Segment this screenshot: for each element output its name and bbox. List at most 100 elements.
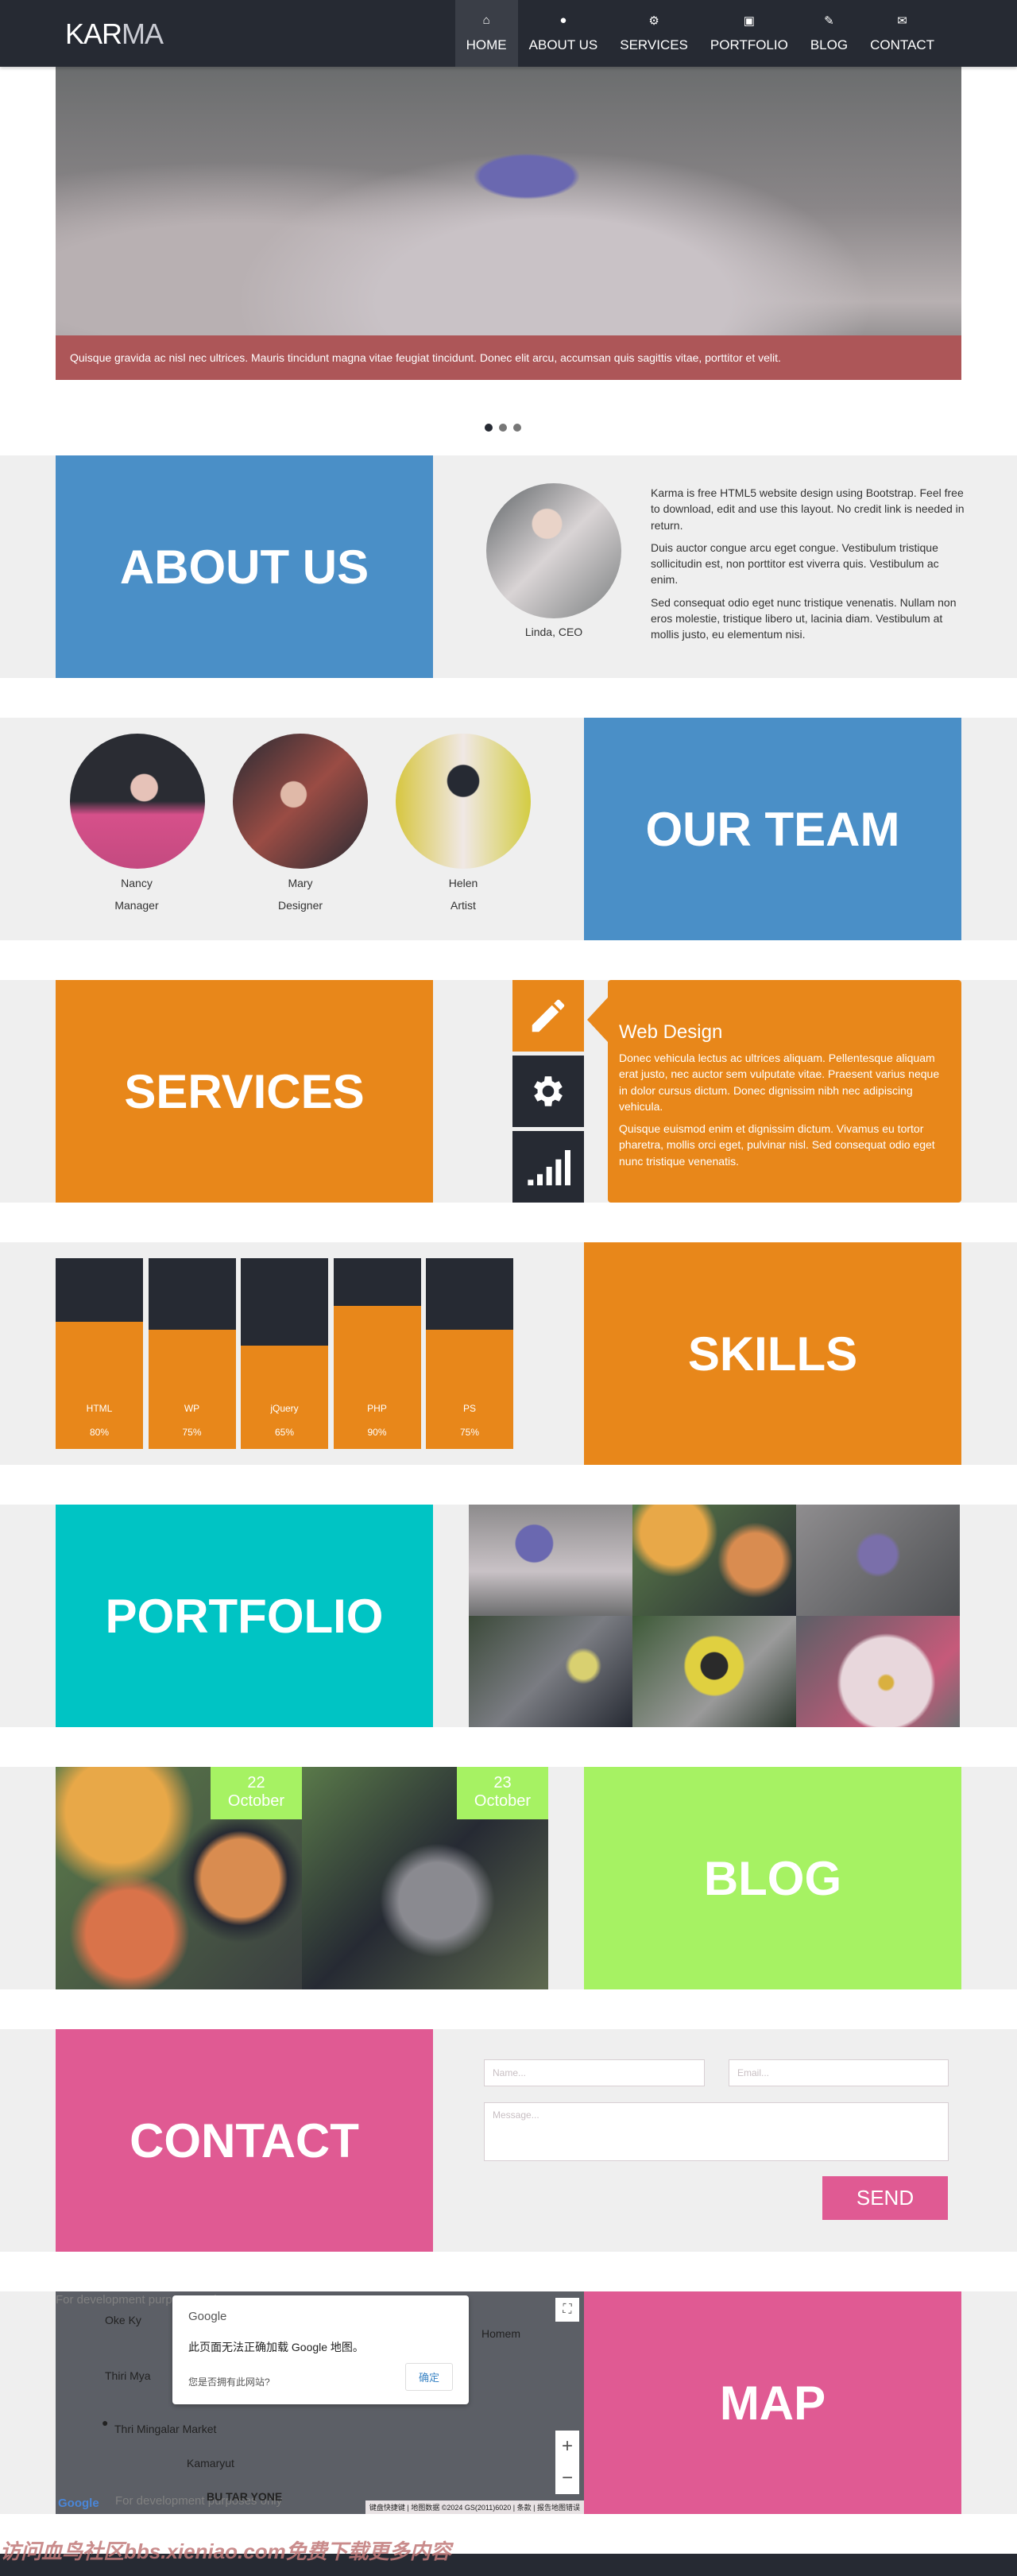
about-section: ABOUT US Linda, CEO Karma is free HTML5 … [0, 455, 1017, 678]
member-role: Manager [114, 899, 159, 912]
keyboard-shortcuts-link[interactable]: 键盘快捷键 [369, 2504, 405, 2512]
blog-post-image[interactable]: 23 October [302, 1767, 548, 1989]
map-label: BU TAR YONE [207, 2490, 283, 2503]
member-name: Helen [448, 877, 478, 889]
zoom-in-button[interactable]: + [555, 2431, 579, 2462]
logo-text: KAR [65, 17, 122, 50]
nav-label: PORTFOLIO [710, 37, 788, 52]
map-label: Oke Ky [105, 2314, 141, 2326]
email-input[interactable] [729, 2059, 949, 2086]
team-section: Nancy Manager Mary Designer Helen Artist OU… [0, 718, 1017, 940]
service-signal-tab[interactable] [512, 1131, 584, 1203]
terms-link[interactable]: 条款 [517, 2504, 532, 2512]
skill-name: HTML [86, 1403, 113, 1414]
team-member: Mary Designer [221, 877, 380, 912]
member-role: Artist [450, 899, 476, 912]
hero-slider[interactable]: Quisque gravida ac nisl nec ultrices. Ma… [56, 67, 961, 380]
cogs-icon: ⚙ [648, 14, 659, 28]
about-person: Linda, CEO [524, 626, 583, 638]
nav-about-us[interactable]: ● ABOUT US [518, 0, 609, 67]
map-label: Kamaryut [187, 2457, 234, 2469]
map-error-dialog: Google 此页面无法正确加载 Google 地图。 您是否拥有此网站? 确定 [172, 2295, 469, 2404]
user-icon: ● [559, 14, 567, 27]
skill-name: jQuery [270, 1403, 299, 1414]
message-textarea[interactable] [484, 2102, 949, 2161]
skill-bar-html: HTML 80% [56, 1258, 143, 1449]
blog-date-badge: 23 October [457, 1767, 548, 1819]
portfolio-image[interactable] [632, 1616, 796, 1727]
name-input[interactable] [484, 2059, 705, 2086]
service-settings-tab[interactable] [512, 1056, 584, 1127]
portfolio-image[interactable] [469, 1616, 632, 1727]
header: KARMA ⌂ HOME ● ABOUT US ⚙ SERVICES ▣ PORTFOL… [0, 0, 1017, 67]
slider-dot[interactable] [513, 424, 521, 432]
map-label: Thri Mingalar Market [114, 2423, 217, 2435]
blog-month: October [474, 1792, 532, 1810]
portfolio-image[interactable] [796, 1505, 960, 1616]
blog-post-image[interactable]: 22 October [56, 1767, 302, 1989]
skill-bar-ps: PS 75% [426, 1258, 513, 1449]
avatar [486, 483, 621, 618]
skill-name: PS [462, 1403, 476, 1414]
map-data-text: 地图数据 ©2024 GS(2011)6020 [411, 2504, 512, 2512]
portfolio-image[interactable] [469, 1505, 632, 1616]
about-title: ABOUT US [56, 455, 433, 678]
service-detail-panel: Web Design Donec vehicula lectus ac ultr… [587, 980, 961, 1203]
about-text: Karma is free HTML5 website design using… [651, 485, 965, 649]
about-paragraph: Karma is free HTML5 website design using… [651, 486, 965, 532]
nav-label: HOME [466, 37, 507, 52]
slider-dot[interactable] [485, 424, 493, 432]
zoom-out-button[interactable]: − [555, 2462, 579, 2494]
logo[interactable]: KARMA [65, 17, 164, 51]
skill-percent: 65% [274, 1427, 295, 1438]
map-attribution: 键盘快捷键 | 地图数据 ©2024 GS(2011)6020 | 条款 | 报… [365, 2500, 584, 2514]
google-logo: Google [58, 2497, 99, 2510]
envelope-icon: ✉ [897, 14, 907, 28]
gear-icon [534, 1076, 563, 1106]
slider-dot[interactable] [499, 424, 507, 432]
blog-day: 23 [493, 1774, 512, 1792]
about-paragraph: Sed consequat odio eget nunc tristique v… [651, 595, 957, 641]
map-label: Homem [481, 2327, 521, 2340]
map-label: Thiri Mya [105, 2369, 151, 2382]
dialog-ok-button[interactable]: 确定 [405, 2363, 453, 2391]
portfolio-image[interactable] [796, 1616, 960, 1727]
skill-bar-php: PHP 90% [333, 1258, 421, 1449]
slider-caption: Quisque gravida ac nisl nec ultrices. Ma… [56, 335, 961, 380]
services-title: SERVICES [56, 980, 433, 1203]
briefcase-icon: ▣ [743, 14, 755, 28]
team-member: Nancy Manager [57, 877, 216, 912]
map-pin-icon: ● [102, 2416, 109, 2429]
signal-bars-icon [528, 1150, 570, 1186]
about-paragraph: Duis auctor congue arcu eget congue. Ves… [651, 540, 939, 587]
team-title: OUR TEAM [584, 718, 961, 940]
skill-name: WP [184, 1403, 200, 1414]
pencil-icon: ✎ [824, 14, 834, 28]
logo-text-light: MA [122, 17, 164, 50]
team-member: Helen Artist [384, 877, 543, 912]
fullscreen-icon[interactable]: ⛶ [555, 2298, 579, 2322]
google-map[interactable]: For development purposes only For develo… [56, 2291, 584, 2514]
skill-percent: 75% [459, 1427, 480, 1438]
portfolio-image[interactable] [632, 1505, 796, 1616]
nav-contact[interactable]: ✉ CONTACT [859, 0, 945, 67]
map-title: MAP [584, 2291, 961, 2514]
report-error-link[interactable]: 报告地图错误 [537, 2504, 580, 2512]
service-paragraph: Quisque euismod enim et dignissim dictum… [619, 1122, 935, 1168]
portfolio-title: PORTFOLIO [56, 1505, 433, 1727]
nav-portfolio[interactable]: ▣ PORTFOLIO [699, 0, 799, 67]
nav-blog[interactable]: ✎ BLOG [799, 0, 859, 67]
site-watermark: 访问血鸟社区bbs.xieniao.com免费下载更多内容 [0, 2539, 451, 2563]
pencil-icon [532, 999, 565, 1032]
member-role: Designer [277, 899, 323, 912]
dialog-brand: Google [188, 2310, 227, 2323]
skill-percent: 75% [182, 1427, 202, 1438]
nav-services[interactable]: ⚙ SERVICES [609, 0, 699, 67]
nav-home[interactable]: ⌂ HOME [454, 0, 518, 67]
send-button[interactable]: SEND [822, 2176, 948, 2220]
avatar [70, 734, 205, 869]
service-web-design-tab[interactable] [512, 980, 584, 1052]
nav-label: SERVICES [620, 37, 688, 52]
main-nav: ⌂ HOME ● ABOUT US ⚙ SERVICES ▣ PORTFOLIO ✎ BL… [454, 0, 945, 67]
nav-label: CONTACT [870, 37, 934, 52]
